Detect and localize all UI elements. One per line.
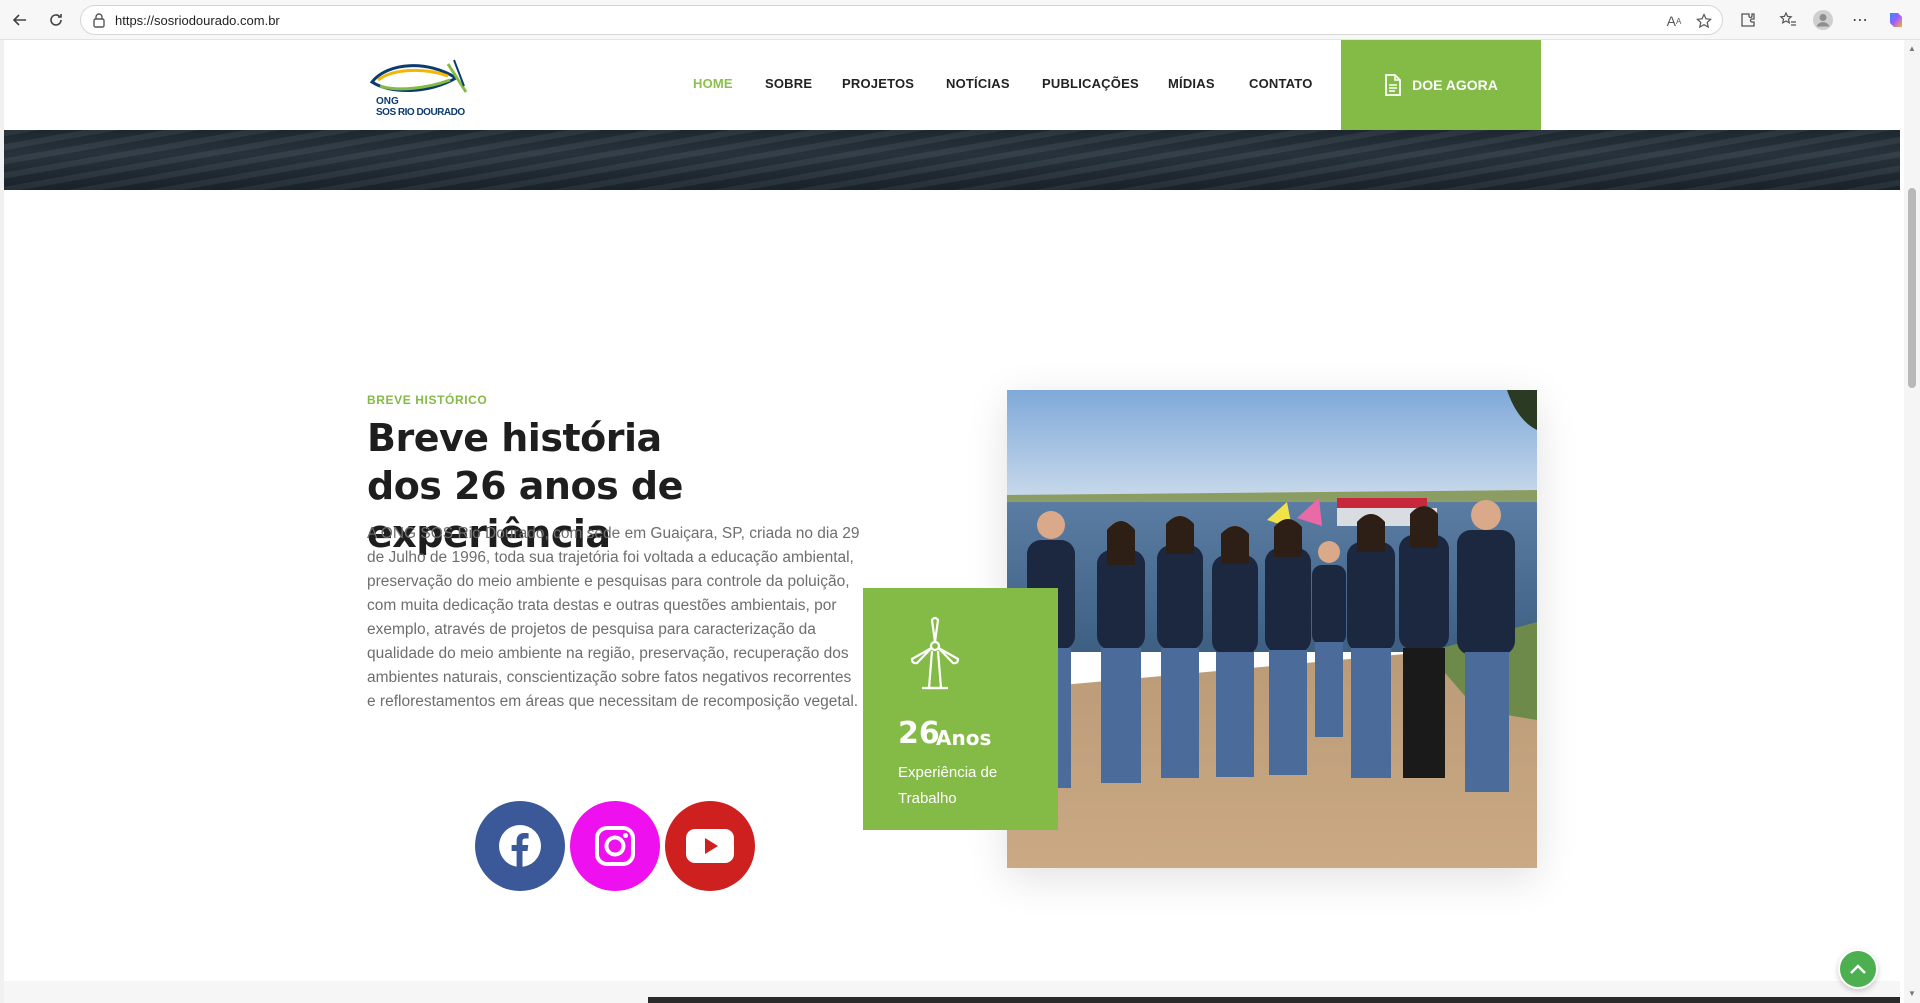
browser-toolbar: https://sosriodourado.com.br AA ⋯	[0, 0, 1920, 40]
section-eyebrow: BREVE HISTÓRICO	[367, 393, 488, 407]
logo-ong-text: ONG	[376, 96, 399, 107]
nav-midias[interactable]: MÍDIAS	[1168, 76, 1215, 91]
instagram-icon	[595, 826, 635, 866]
extensions-icon[interactable]	[1737, 9, 1759, 31]
scroll-up-arrow-icon[interactable]: ▲	[1907, 44, 1917, 54]
nav-noticias[interactable]: NOTÍCIAS	[946, 76, 1010, 91]
next-section-image-edge	[648, 997, 1900, 1003]
vertical-scrollbar[interactable]: ▲ ▼	[1904, 40, 1920, 1003]
site-logo[interactable]: ONG SOS RIO DOURADO	[368, 56, 472, 118]
reload-icon[interactable]	[44, 8, 68, 32]
scrollbar-thumb[interactable]	[1908, 188, 1916, 388]
fish-logo-icon	[369, 59, 468, 93]
document-icon	[1385, 74, 1401, 96]
page-viewport: ONG SOS RIO DOURADO HOME SOBRE PROJETOS …	[0, 40, 1920, 1003]
back-icon[interactable]	[8, 8, 32, 32]
nav-publicacoes[interactable]: PUBLICAÇÕES	[1042, 76, 1139, 91]
logo-name-text: SOS RIO DOURADO	[376, 107, 465, 118]
history-paragraph: A ONG SOS Rio Dourado, com sede em Guaiç…	[367, 525, 860, 710]
donate-button[interactable]: DOE AGORA	[1341, 40, 1541, 130]
chevron-up-icon	[1850, 964, 1866, 974]
facebook-button[interactable]	[475, 801, 565, 891]
nav-sobre[interactable]: SOBRE	[765, 76, 812, 91]
address-bar[interactable]: https://sosriodourado.com.br AA	[80, 5, 1723, 35]
profile-avatar-icon[interactable]	[1812, 9, 1834, 31]
years-description: Experiência de Trabalho	[898, 764, 998, 807]
years-unit: Anos	[936, 726, 992, 750]
copilot-icon[interactable]	[1885, 9, 1907, 31]
site-header: ONG SOS RIO DOURADO HOME SOBRE PROJETOS …	[4, 40, 1900, 130]
nav-contato[interactable]: CONTATO	[1249, 76, 1313, 91]
favorite-star-icon[interactable]	[1694, 11, 1714, 31]
favorites-icon[interactable]	[1777, 9, 1799, 31]
hero-image-bottom	[4, 130, 1900, 190]
nav-projetos[interactable]: PROJETOS	[842, 76, 914, 91]
experience-card: 26 Anos Experiência de Trabalho	[863, 588, 1058, 830]
heading-line-1: Breve história	[367, 416, 662, 460]
back-to-top-button[interactable]	[1838, 949, 1878, 989]
read-aloud-icon[interactable]: AA	[1664, 11, 1684, 31]
nav-home[interactable]: HOME	[693, 76, 733, 91]
scroll-down-arrow-icon[interactable]: ▼	[1907, 989, 1917, 999]
youtube-icon	[686, 829, 734, 863]
donate-label: DOE AGORA	[1412, 77, 1498, 93]
url-text: https://sosriodourado.com.br	[115, 13, 280, 28]
youtube-button[interactable]	[665, 801, 755, 891]
lock-icon	[93, 12, 105, 33]
more-menu-icon[interactable]: ⋯	[1849, 9, 1871, 31]
team-photo	[1007, 390, 1537, 868]
instagram-button[interactable]	[570, 801, 660, 891]
years-number: 26	[898, 716, 940, 751]
facebook-icon	[499, 825, 541, 867]
wind-turbine-icon	[910, 616, 960, 690]
